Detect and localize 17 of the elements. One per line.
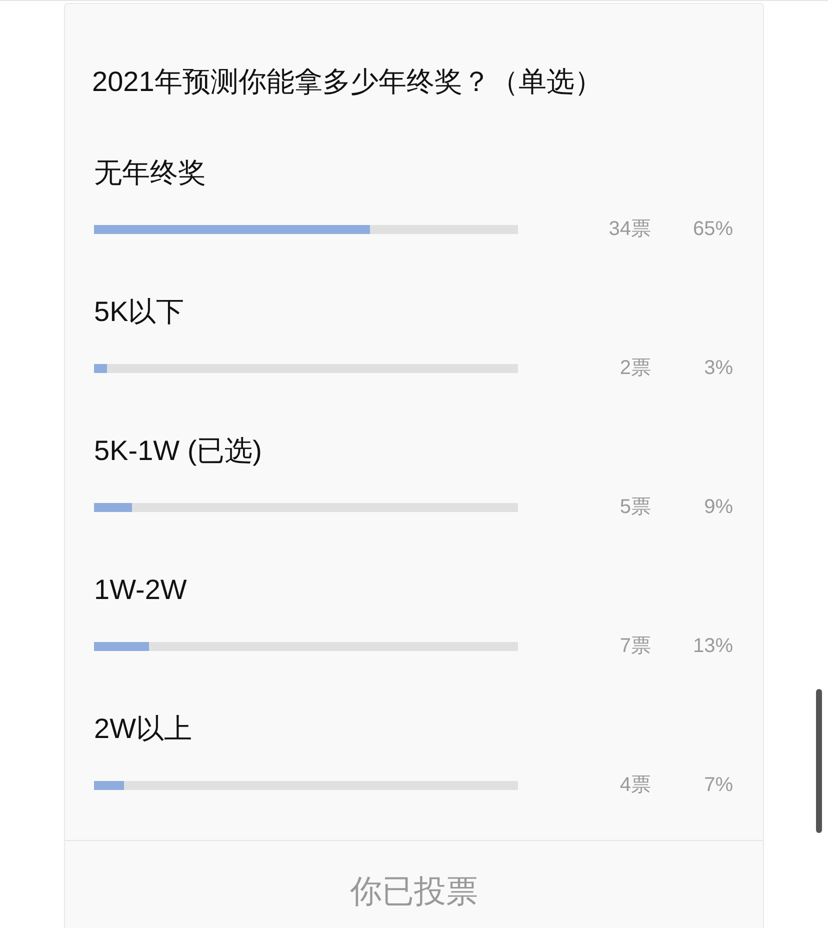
option-label: 2W以上 (94, 712, 193, 746)
option-label: 5K-1W (已选) (94, 434, 263, 468)
poll-title: 2021年预测你能拿多少年终奖？（单选） (92, 65, 604, 99)
option-label: 1W-2W (94, 573, 188, 607)
vote-percent: 9% (704, 495, 733, 520)
vote-percent: 13% (692, 634, 733, 659)
option-label: 5K以下 (94, 295, 186, 329)
vote-percent: 65% (692, 217, 733, 242)
vote-count: 2票 (620, 356, 651, 381)
vote-count: 34票 (608, 217, 651, 242)
voted-status: 你已投票 (350, 872, 478, 911)
vote-percent: 3% (704, 356, 733, 381)
option-label: 无年终奖 (94, 156, 207, 190)
vote-count: 4票 (620, 773, 651, 798)
vote-percent: 7% (704, 773, 733, 798)
vote-count: 5票 (620, 495, 651, 520)
vote-count: 7票 (620, 634, 651, 659)
